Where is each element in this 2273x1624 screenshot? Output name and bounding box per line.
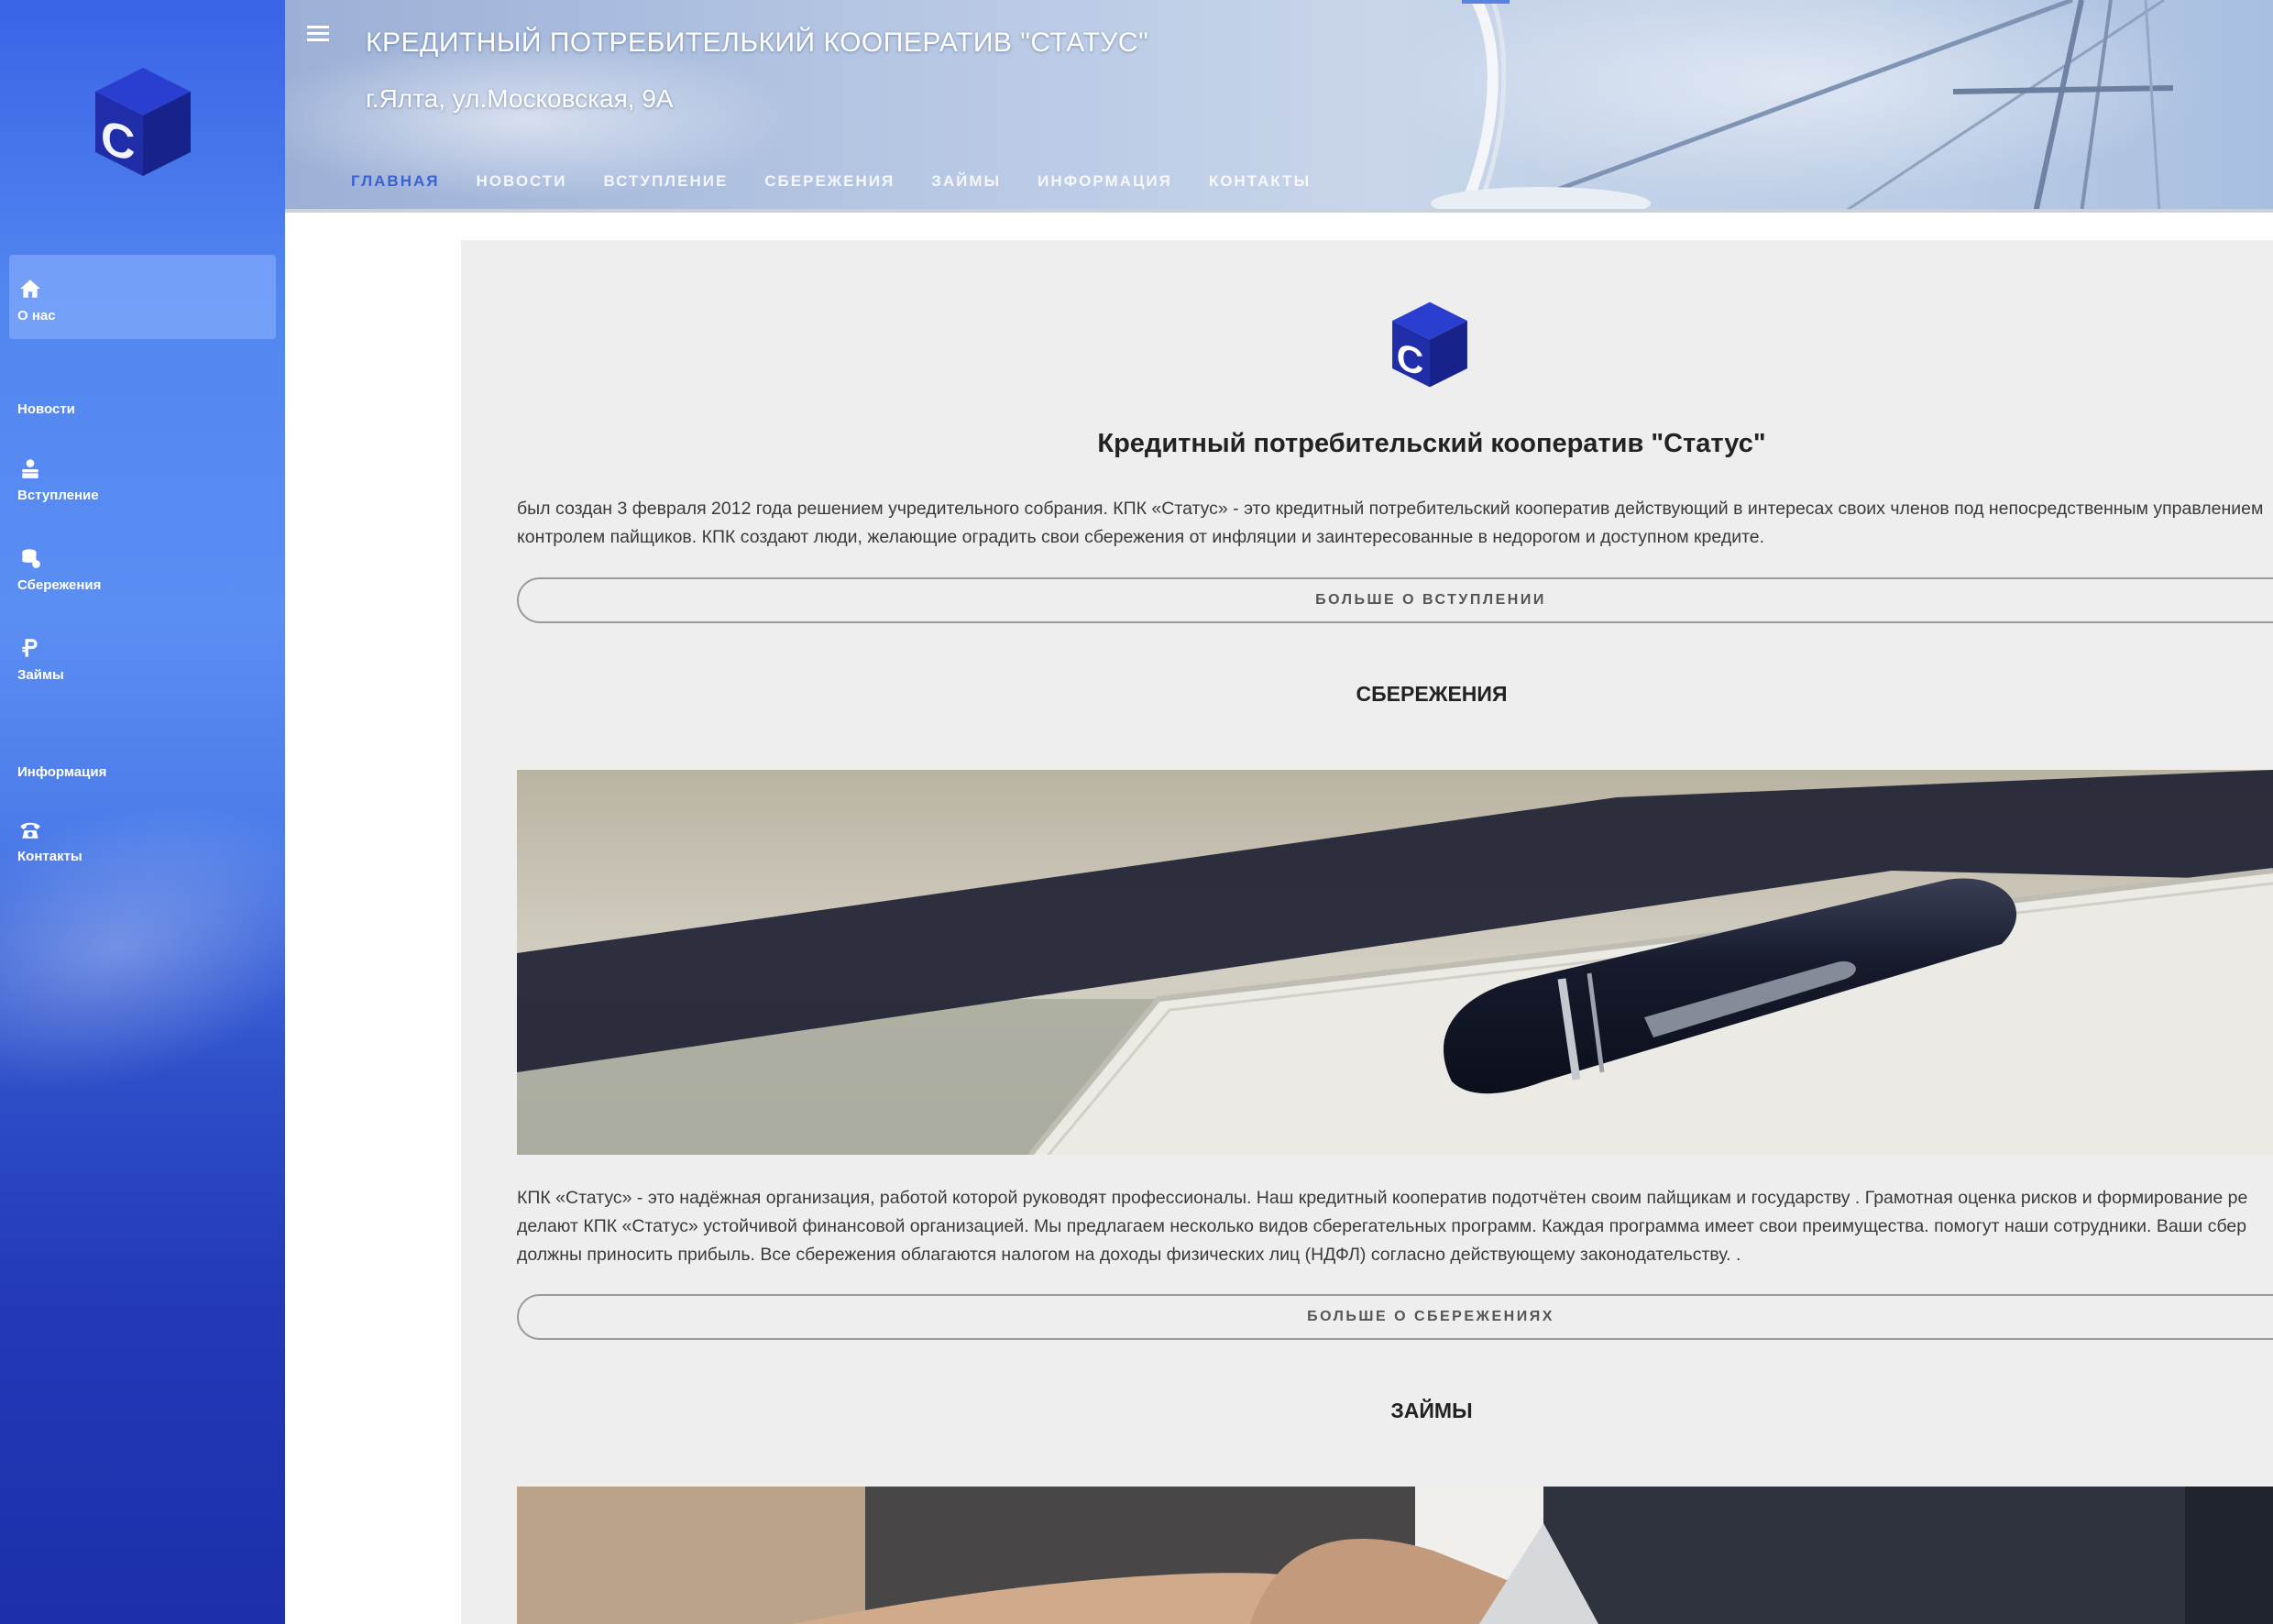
tab-contacts[interactable]: КОНТАКТЫ <box>1191 159 1329 209</box>
pen-notebook-photo <box>517 770 2273 1155</box>
scroll-indicator <box>1462 0 1510 4</box>
sidebar: C О нас Новости Вступление Сбережения За… <box>0 0 285 1624</box>
tab-main[interactable]: ГЛАВНАЯ <box>333 159 457 209</box>
header-banner: КРЕДИТНЫЙ ПОТРЕБИТЕЛЬКИЙ КООПЕРАТИВ "СТА… <box>285 0 2273 213</box>
site-address: г.Ялта, ул.Московская, 9А <box>366 84 674 113</box>
phone-icon <box>20 822 40 839</box>
more-about-savings-button[interactable]: БОЛЬШЕ О СБЕРЕЖЕНИЯХ <box>517 1294 2273 1340</box>
sidebar-item-contacts[interactable]: Контакты <box>9 817 276 864</box>
tab-loans[interactable]: ЗАЙМЫ <box>913 159 1019 209</box>
sidebar-item-about[interactable]: О нас <box>9 255 276 339</box>
svg-text:C: C <box>101 110 136 171</box>
hamburger-menu-icon[interactable] <box>307 24 329 42</box>
sidebar-item-savings[interactable]: Сбережения <box>9 546 276 593</box>
sidebar-item-join[interactable]: Вступление <box>9 456 276 503</box>
person-icon <box>22 459 38 478</box>
loans-heading: ЗАЙМЫ <box>1390 1399 1473 1422</box>
tab-news[interactable]: НОВОСТИ <box>457 159 585 209</box>
tab-info[interactable]: ИНФОРМАЦИЯ <box>1019 159 1191 209</box>
button-label: БОЛЬШЕ О СБЕРЕЖЕНИЯХ <box>1307 1309 1554 1324</box>
tab-join[interactable]: ВСТУПЛЕНИЕ <box>586 159 747 209</box>
main-content-card: C Кредитный потребительский кооператив "… <box>461 240 2273 1624</box>
tab-savings[interactable]: СБЕРЕЖЕНИЯ <box>746 159 913 209</box>
sidebar-item-label: Информация <box>17 764 107 780</box>
sidebar-item-label: Вступление <box>17 488 99 503</box>
sidebar-item-label: Контакты <box>17 849 82 864</box>
savings-paragraph-line: делают КПК «Статус» устойчивой финансово… <box>517 1216 2247 1236</box>
handshake-photo <box>517 1487 2273 1624</box>
coins-icon <box>22 549 40 568</box>
sidebar-item-news[interactable]: Новости <box>9 401 276 417</box>
button-label: БОЛЬШЕ О ВСТУПЛЕНИИ <box>1315 592 1546 608</box>
sidebar-item-info[interactable]: Информация <box>9 764 276 780</box>
cube-logo-icon: C <box>1392 302 1467 388</box>
cube-logo-icon[interactable]: C <box>92 66 194 178</box>
sidebar-item-label: Сбережения <box>17 577 102 593</box>
page-title: Кредитный потребительский кооператив "Ст… <box>1097 429 1766 458</box>
savings-paragraph-line: КПК «Статус» - это надёжная организация,… <box>517 1188 2248 1208</box>
intro-paragraph-line: контролем пайщиков. КПК создают люди, же… <box>517 527 1765 547</box>
intro-paragraph-line: был создан 3 февраля 2012 года решением … <box>517 499 2264 519</box>
savings-paragraph-line: должны приносить прибыль. Все сбережения… <box>517 1245 1741 1265</box>
ruble-icon <box>22 639 38 657</box>
home-icon <box>20 280 40 298</box>
top-nav-tabs: ГЛАВНАЯ НОВОСТИ ВСТУПЛЕНИЕ СБЕРЕЖЕНИЯ ЗА… <box>333 159 1329 209</box>
savings-heading: СБЕРЕЖЕНИЯ <box>1356 682 1508 706</box>
sidebar-item-label: О нас <box>17 308 56 324</box>
more-about-joining-button[interactable]: БОЛЬШЕ О ВСТУПЛЕНИИ <box>517 577 2273 623</box>
svg-text:C: C <box>1397 335 1424 384</box>
sidebar-item-label: Новости <box>17 401 75 417</box>
sidebar-item-label: Займы <box>17 667 64 683</box>
site-title: КРЕДИТНЫЙ ПОТРЕБИТЕЛЬКИЙ КООПЕРАТИВ "СТА… <box>366 27 1149 58</box>
sidebar-item-loans[interactable]: Займы <box>9 636 276 683</box>
